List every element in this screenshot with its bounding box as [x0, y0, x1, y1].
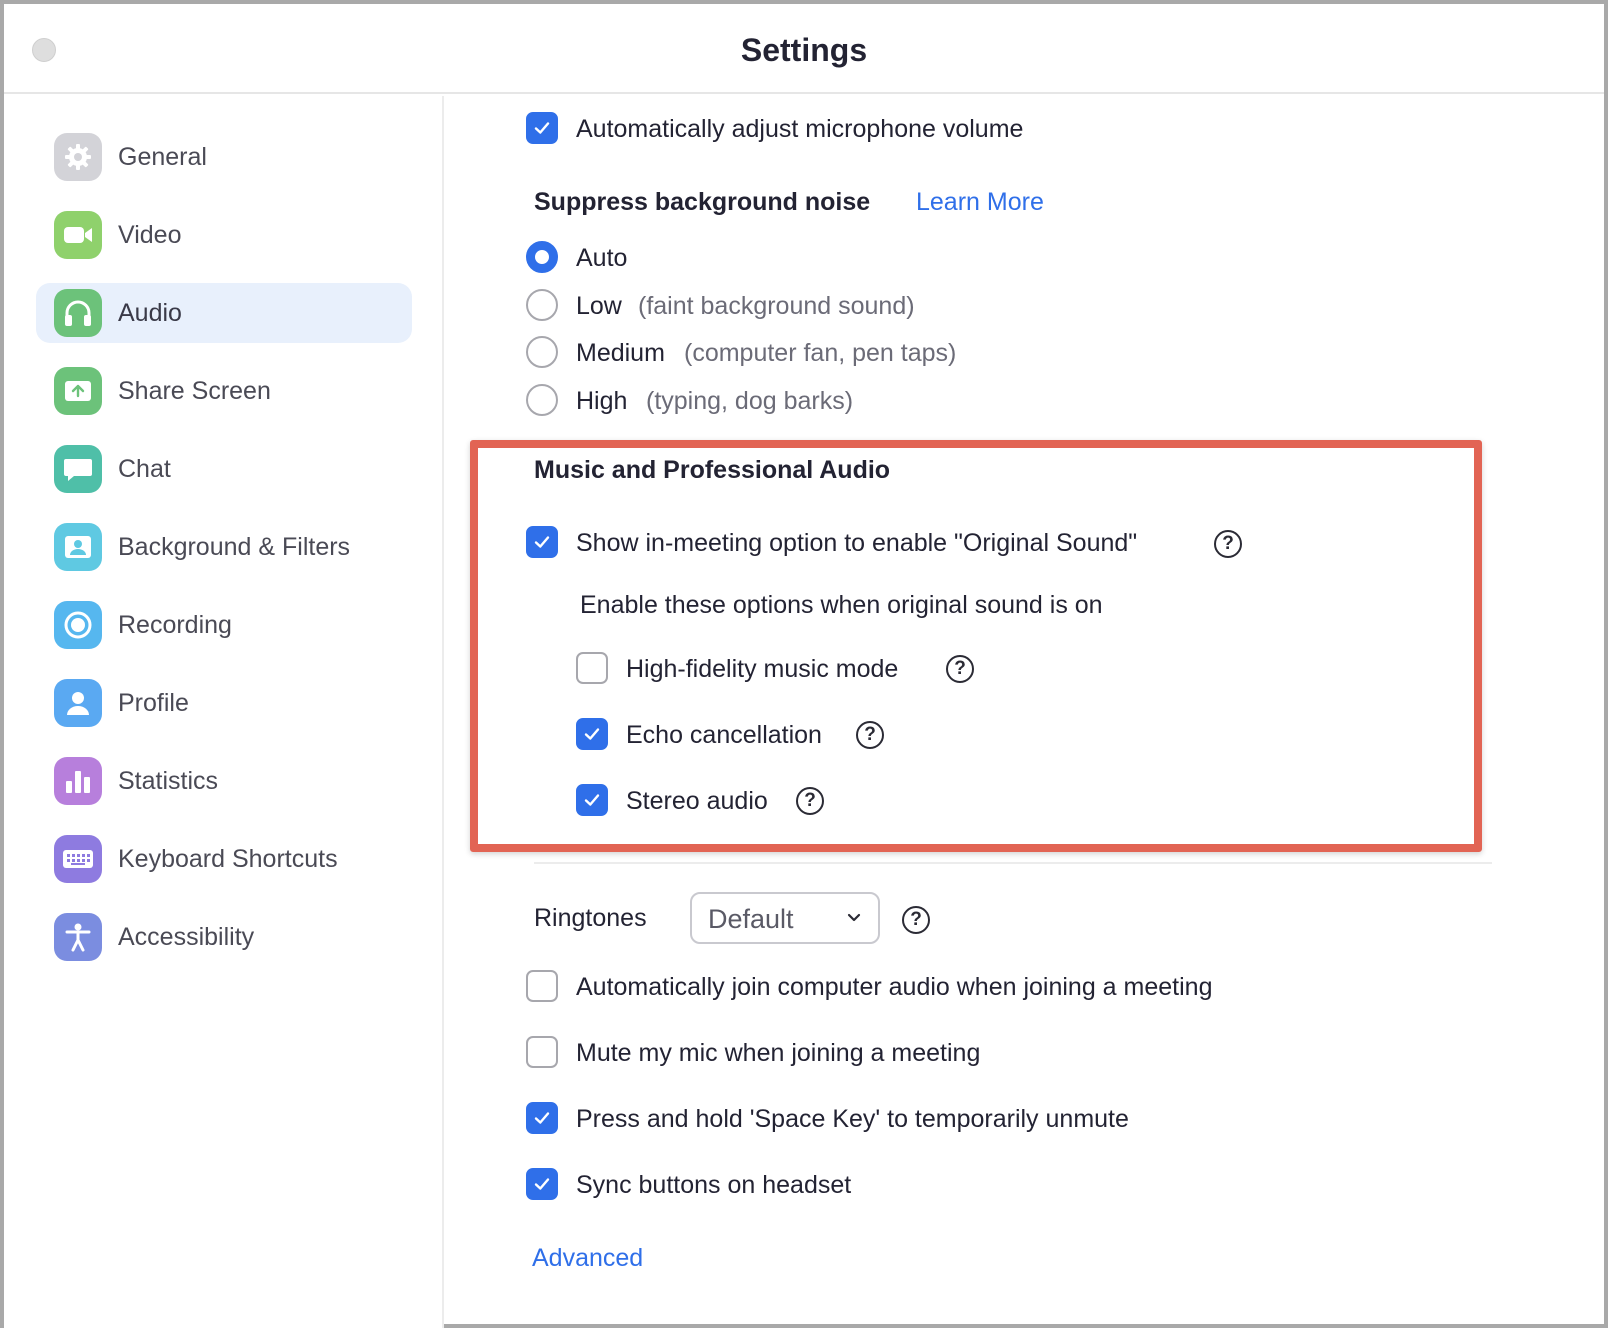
section-divider — [534, 862, 1492, 864]
profile-icon — [54, 679, 102, 727]
noise-low-radio[interactable] — [526, 289, 558, 321]
space-unmute-label: Press and hold 'Space Key' to temporaril… — [576, 1105, 1129, 1133]
sidebar-item-label: Profile — [118, 688, 189, 717]
sidebar-item-label: Chat — [118, 454, 171, 483]
noise-medium-hint: (computer fan, pen taps) — [684, 339, 957, 367]
ringtones-select-value: Default — [708, 904, 794, 934]
settings-window: Settings General Video Audio Share Scree… — [0, 0, 1608, 1328]
noise-high-radio[interactable] — [526, 384, 558, 416]
checkmark-icon — [534, 536, 550, 548]
chat-bubble-icon — [54, 445, 102, 493]
sidebar: General Video Audio Share Screen Chat Ba… — [4, 96, 444, 1328]
highlight-annotation — [470, 440, 1482, 852]
gear-icon — [54, 133, 102, 181]
sidebar-item-label: Audio — [118, 298, 182, 327]
sidebar-item-label: Statistics — [118, 766, 219, 795]
sidebar-item-general[interactable]: General — [36, 127, 412, 187]
statistics-icon — [54, 757, 102, 805]
sidebar-item-chat[interactable]: Chat — [36, 439, 412, 499]
accessibility-icon — [54, 913, 102, 961]
sidebar-item-accessibility[interactable]: Accessibility — [36, 907, 412, 967]
sync-headset-label: Sync buttons on headset — [576, 1171, 852, 1199]
checkmark-icon — [584, 728, 600, 740]
recording-icon — [54, 601, 102, 649]
advanced-link[interactable]: Advanced — [532, 1244, 643, 1273]
music-audio-heading: Music and Professional Audio — [534, 456, 891, 484]
checkmark-icon — [534, 1178, 550, 1190]
sidebar-item-profile[interactable]: Profile — [36, 673, 412, 733]
help-icon[interactable]: ? — [1214, 530, 1242, 558]
sidebar-item-label: General — [118, 142, 207, 171]
space-unmute-checkbox[interactable] — [526, 1102, 558, 1134]
headphones-icon — [54, 289, 102, 337]
window-title: Settings — [740, 32, 868, 68]
echo-cancellation-checkbox[interactable] — [576, 718, 608, 750]
sidebar-item-keyboard-shortcuts[interactable]: Keyboard Shortcuts — [36, 829, 412, 889]
noise-low-hint: (faint background sound) — [638, 292, 915, 320]
noise-medium-label: Medium — [576, 339, 665, 367]
noise-high-label: High — [576, 387, 628, 415]
stereo-audio-label: Stereo audio — [626, 787, 768, 815]
sidebar-item-share-screen[interactable]: Share Screen — [36, 361, 412, 421]
mute-on-join-label: Mute my mic when joining a meeting — [576, 1039, 981, 1067]
keyboard-icon — [54, 835, 102, 883]
sync-headset-checkbox[interactable] — [526, 1168, 558, 1200]
auto-adjust-mic-label: Automatically adjust microphone volume — [576, 115, 1024, 143]
sidebar-item-label: Recording — [118, 610, 232, 639]
stereo-audio-checkbox[interactable] — [576, 784, 608, 816]
share-screen-icon — [54, 367, 102, 415]
noise-high-hint: (typing, dog barks) — [646, 387, 854, 415]
sidebar-item-label: Share Screen — [118, 376, 271, 405]
auto-join-audio-checkbox[interactable] — [526, 970, 558, 1002]
noise-medium-radio[interactable] — [526, 336, 558, 368]
video-camera-icon — [54, 211, 102, 259]
help-icon[interactable]: ? — [796, 787, 824, 815]
checkmark-icon — [534, 122, 550, 134]
ringtones-label: Ringtones — [534, 904, 647, 932]
noise-auto-radio[interactable] — [526, 241, 558, 273]
sidebar-item-audio[interactable]: Audio — [36, 283, 412, 343]
noise-low-label: Low — [576, 292, 622, 320]
sidebar-item-video[interactable]: Video — [36, 205, 412, 265]
checkmark-icon — [584, 794, 600, 806]
echo-cancellation-label: Echo cancellation — [626, 721, 822, 749]
help-icon[interactable]: ? — [856, 721, 884, 749]
mute-on-join-checkbox[interactable] — [526, 1036, 558, 1068]
high-fidelity-checkbox[interactable] — [576, 652, 608, 684]
checkmark-icon — [534, 1112, 550, 1124]
noise-auto-label: Auto — [576, 244, 628, 272]
sidebar-item-label: Accessibility — [118, 922, 255, 951]
original-sound-checkbox[interactable] — [526, 526, 558, 558]
sidebar-item-statistics[interactable]: Statistics — [36, 751, 412, 811]
ringtones-select[interactable]: Default — [690, 892, 880, 944]
help-icon[interactable]: ? — [946, 655, 974, 683]
original-sound-label: Show in-meeting option to enable "Origin… — [576, 529, 1138, 557]
original-sound-subheading: Enable these options when original sound… — [580, 591, 1103, 619]
sidebar-item-label: Background & Filters — [118, 532, 351, 561]
help-icon[interactable]: ? — [902, 906, 930, 934]
chevron-down-icon — [847, 913, 861, 922]
sidebar-item-label: Video — [118, 220, 182, 249]
title-bar: Settings — [4, 4, 1604, 94]
sidebar-item-background-filters[interactable]: Background & Filters — [36, 517, 412, 577]
auto-join-audio-label: Automatically join computer audio when j… — [576, 973, 1213, 1001]
learn-more-link[interactable]: Learn More — [916, 188, 1044, 217]
background-icon — [54, 523, 102, 571]
auto-adjust-mic-checkbox[interactable] — [526, 112, 558, 144]
suppress-noise-heading: Suppress background noise — [534, 188, 871, 216]
sidebar-item-label: Keyboard Shortcuts — [118, 844, 338, 873]
high-fidelity-label: High-fidelity music mode — [626, 655, 899, 683]
sidebar-item-recording[interactable]: Recording — [36, 595, 412, 655]
